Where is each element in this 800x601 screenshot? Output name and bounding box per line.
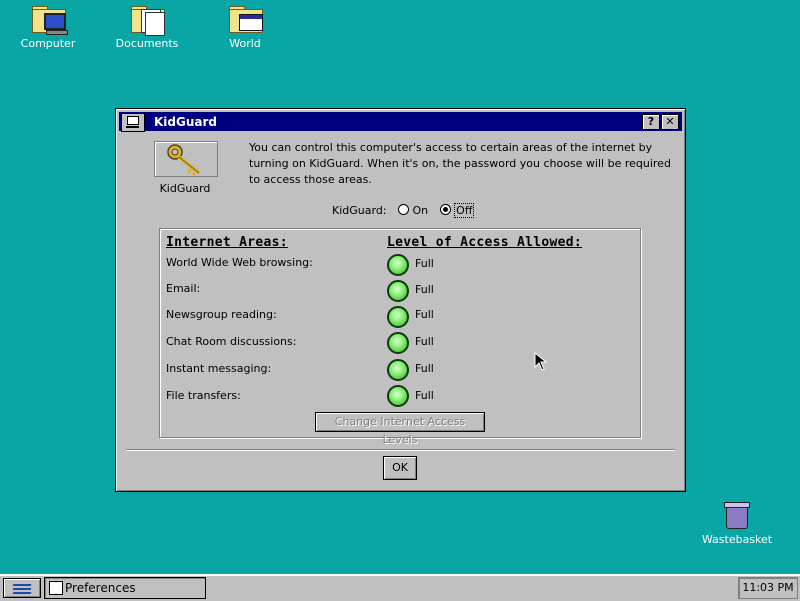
taskbar-item-label: Preferences	[65, 581, 136, 595]
radio-on[interactable]	[398, 204, 410, 215]
description-text: You can control this computer's access t…	[249, 141, 671, 186]
area-label-newsgroups: Newsgroup reading:	[166, 308, 277, 321]
area-label-instant-messaging: Instant messaging:	[166, 362, 272, 375]
area-label-chat: Chat Room discussions:	[166, 335, 297, 348]
wastebasket[interactable]: Wastebasket	[700, 502, 774, 546]
world-folder-icon	[225, 3, 265, 35]
areas-header: Internet Areas:	[166, 235, 288, 250]
access-level-icon[interactable]	[387, 306, 409, 328]
access-level-icon[interactable]	[387, 254, 409, 276]
radio-off[interactable]	[439, 204, 451, 215]
area-label-email: Email:	[166, 282, 201, 295]
desktop-icon-label: World	[229, 37, 261, 50]
kidguard-window: KidGuard ? ✕ KidGuard You can control th…	[115, 108, 686, 492]
access-level-label: Full	[415, 389, 434, 402]
ok-button[interactable]: OK	[383, 456, 417, 480]
access-level-label: Full	[415, 308, 434, 321]
divider	[126, 449, 675, 451]
clock: 11:03 PM	[738, 577, 798, 599]
access-level-icon[interactable]	[387, 359, 409, 381]
access-level-icon[interactable]	[387, 332, 409, 354]
access-level-label: Full	[415, 362, 434, 375]
mouse-pointer-icon	[534, 352, 548, 371]
window-title: KidGuard	[154, 115, 217, 129]
key-icon	[154, 141, 218, 177]
access-level-icon[interactable]	[387, 280, 409, 302]
radio-off-label[interactable]: Off	[454, 203, 475, 218]
close-button[interactable]: ✕	[661, 114, 679, 130]
area-label-file-transfers: File transfers:	[166, 389, 241, 402]
app-label: KidGuard	[159, 182, 211, 195]
change-access-levels-button[interactable]: Change Internet Access Levels	[315, 412, 485, 446]
control-panel-icon[interactable]	[121, 113, 145, 132]
access-level-label: Full	[415, 257, 434, 270]
taskbar: Preferences 11:03 PM	[0, 574, 800, 601]
wastebasket-icon	[724, 502, 750, 529]
access-level-label: Full	[415, 335, 434, 348]
help-button[interactable]: ?	[642, 114, 660, 130]
window-titlebar[interactable]: KidGuard ? ✕	[119, 112, 682, 132]
desktop-icon-label: Documents	[115, 37, 179, 50]
desktop-icon-world[interactable]: World	[205, 3, 285, 50]
start-button[interactable]	[3, 578, 41, 598]
documents-folder-icon	[127, 3, 167, 36]
internet-areas-panel: Internet Areas: Level of Access Allowed:…	[159, 228, 641, 446]
desktop-icon-label: Computer	[20, 37, 76, 50]
computer-folder-icon	[28, 3, 68, 35]
area-label-web: World Wide Web browsing:	[166, 256, 313, 269]
kidguard-toggle-row: KidGuard: On Off	[332, 203, 475, 218]
control-panel-icon	[49, 581, 63, 595]
kidguard-toggle-label: KidGuard:	[332, 204, 387, 217]
access-level-label: Full	[415, 283, 434, 296]
desktop-icon-computer[interactable]: Computer	[8, 3, 88, 50]
taskbar-item-preferences[interactable]: Preferences	[44, 577, 206, 599]
access-level-icon[interactable]	[387, 385, 409, 407]
access-header: Level of Access Allowed:	[387, 235, 583, 250]
radio-on-label[interactable]: On	[413, 204, 429, 217]
wastebasket-label: Wastebasket	[701, 533, 773, 546]
desktop-icon-documents[interactable]: Documents	[107, 3, 187, 50]
